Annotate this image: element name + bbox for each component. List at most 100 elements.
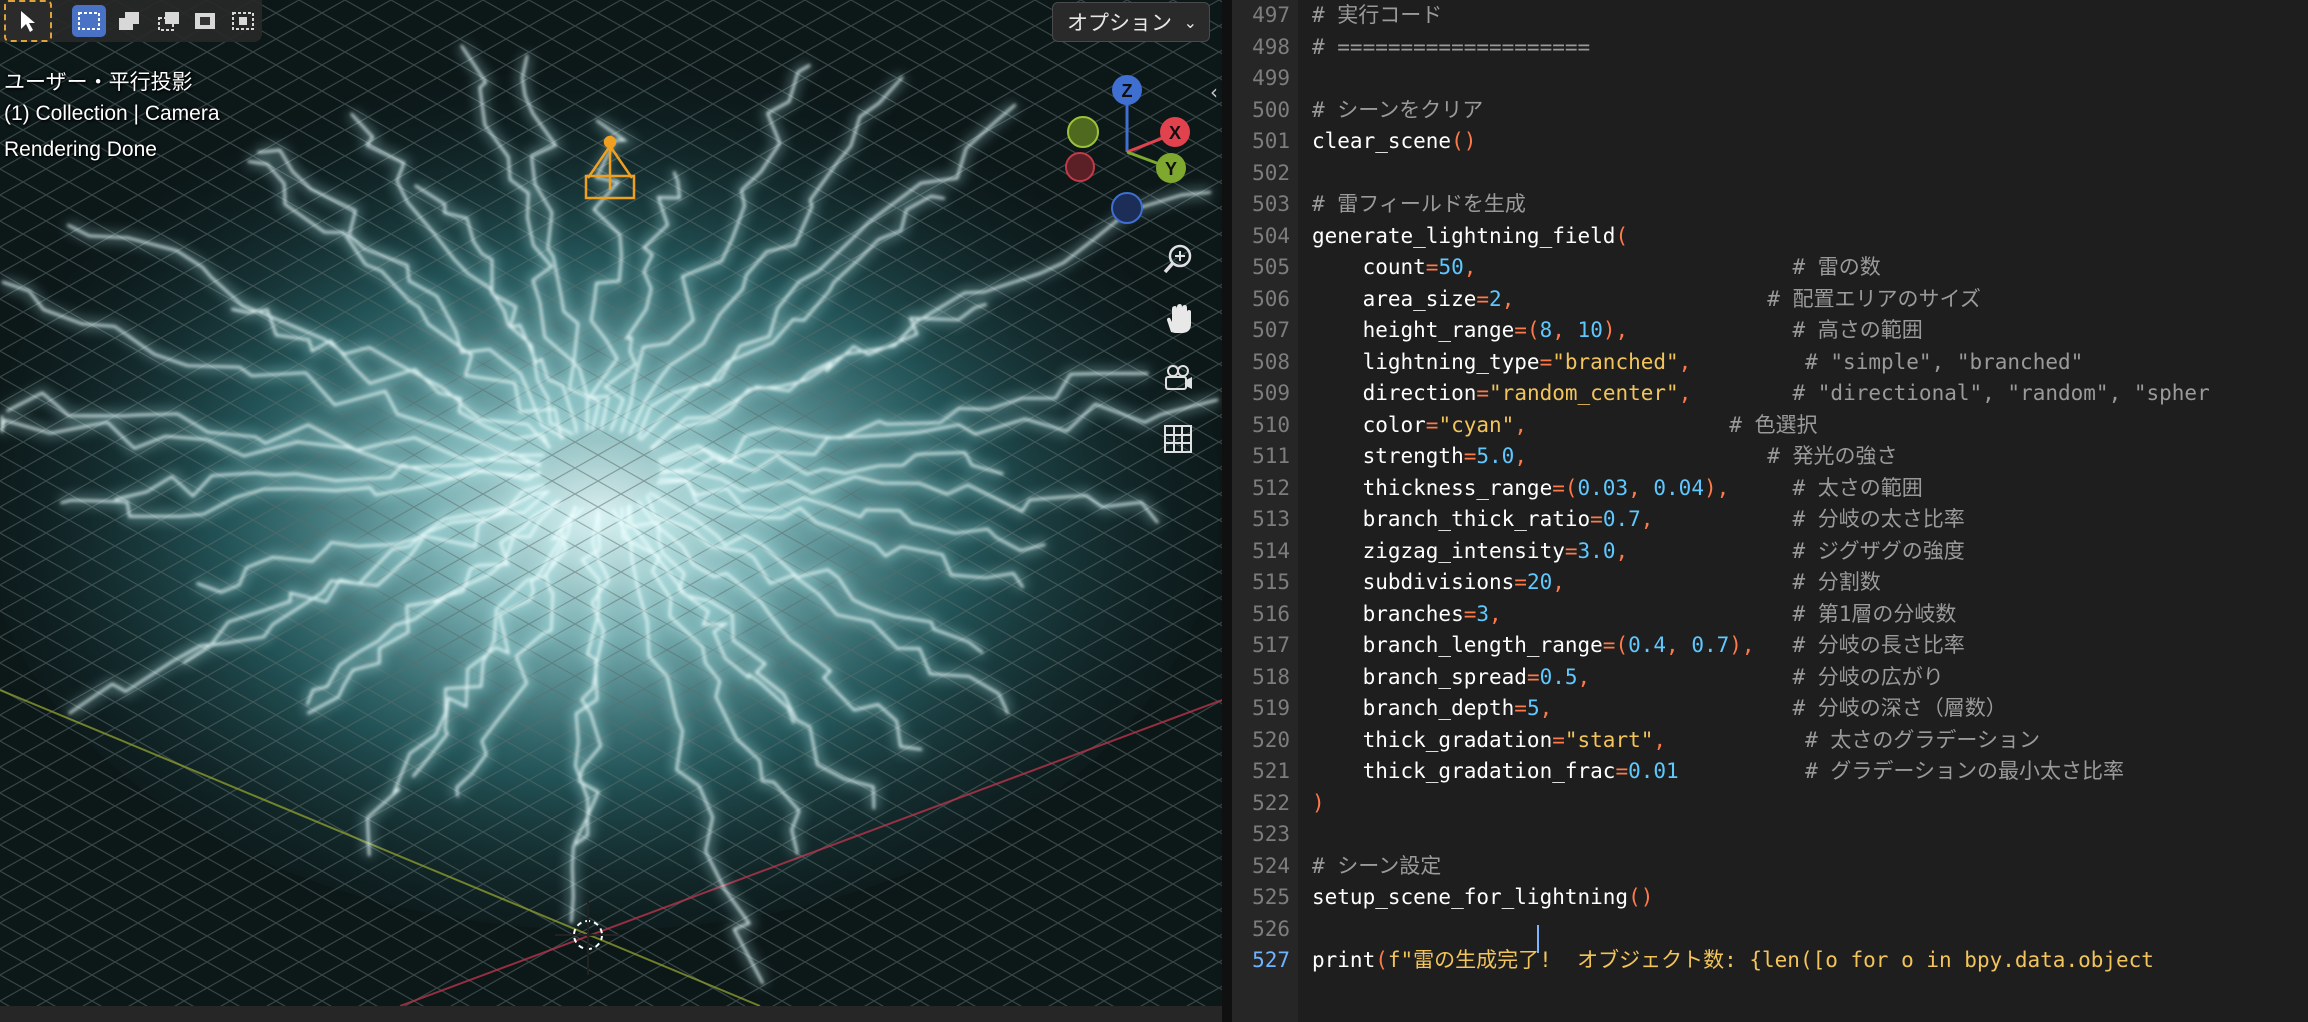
line-number: 509 (1252, 381, 1290, 405)
line-number: 522 (1252, 790, 1290, 815)
line-number: 499 (1252, 66, 1290, 90)
code-token: , (1615, 538, 1629, 563)
line-number: 498 (1252, 34, 1290, 59)
code-token: , (1678, 349, 1692, 374)
options-label: オプション (1067, 12, 1172, 35)
code-token: = (1425, 412, 1439, 437)
line-number: 497 (1252, 3, 1290, 27)
code-token: 8 (1539, 318, 1553, 342)
code-line[interactable]: branches=3, # 第1層の分岐数 (1312, 599, 1957, 630)
gizmo-x-axis: X (1160, 117, 1190, 147)
code-token: = (1514, 696, 1527, 720)
code-line[interactable]: color="cyan", # 色選択 (1312, 410, 1818, 441)
viewport-bottom-bar (0, 1006, 1222, 1022)
text-editor[interactable]: 497 498 499 500 501 502 503 504 505 506 507 508 509 5… (1232, 0, 2308, 1022)
box-select-new-icon[interactable] (72, 5, 106, 37)
area-splitter[interactable] (1222, 0, 1232, 1022)
code-token: direction (1312, 381, 1477, 405)
code-line[interactable]: thickness_range=(0.03, 0.04), # 太さの範囲 (1312, 473, 1923, 504)
line-number-gutter: 497 498 499 500 501 502 503 504 505 506 507 508 509 5… (1232, 0, 1298, 1022)
code-token: , (1628, 475, 1654, 500)
code-token: =( (1514, 318, 1540, 342)
code-token: ( (1615, 223, 1629, 248)
code-token: = (1539, 349, 1553, 374)
3d-viewport[interactable]: オプション ⌄ ‹ ユーザー・平行投影 (1) Collection | Cam… (0, 0, 1222, 1006)
cursor-arrow-icon[interactable] (4, 0, 52, 42)
svg-text:Y: Y (1165, 159, 1177, 179)
code-token: , (1463, 255, 1477, 279)
navigation-gizmo[interactable]: Z X Y (1055, 72, 1205, 232)
code-line[interactable]: branch_depth=5, # 分岐の深さ（層数） (1312, 693, 2007, 724)
code-token: # 分割数 (1792, 570, 1881, 594)
line-number: 512 (1252, 475, 1290, 500)
code-line[interactable]: clear_scene() (1312, 126, 1476, 157)
code-line[interactable]: zigzag_intensity=3.0, # ジグザグの強度 (1312, 536, 1965, 567)
code-token: branch_thick_ratio (1312, 507, 1591, 531)
code-line[interactable]: # シーンをクリア (1312, 95, 1483, 126)
grid-ortho-icon[interactable] (1155, 416, 1201, 462)
code-token: clear_scene (1312, 129, 1452, 153)
code-token: = (1590, 507, 1603, 531)
code-line[interactable]: lightning_type="branched", # "simple", "… (1312, 347, 2084, 378)
box-select-extend-icon[interactable] (112, 5, 146, 37)
svg-text:Z: Z (1122, 81, 1133, 101)
options-dropdown[interactable]: オプション ⌄ (1052, 2, 1210, 42)
code-line[interactable]: thick_gradation="start", # 太さのグラデーション (1312, 725, 2040, 756)
code-token: ), (1703, 475, 1730, 500)
hand-pan-icon[interactable] (1155, 296, 1201, 342)
code-token: branch_length_range (1312, 633, 1603, 657)
code-token: print (1312, 948, 1376, 972)
code-token: 5.0 (1476, 444, 1515, 468)
code-line[interactable]: area_size=2, # 配置エリアのサイズ (1312, 284, 1981, 315)
code-token: area_size (1312, 286, 1477, 311)
zoom-icon[interactable] (1155, 236, 1201, 282)
code-line[interactable]: # 実行コード (1312, 0, 1442, 31)
code-token: , (1640, 507, 1654, 531)
text-cursor (1537, 925, 1539, 953)
code-token: f"雷の生成完了! オブジェクト数: {len([o for o in bpy.… (1387, 948, 2154, 972)
code-token: count (1312, 255, 1426, 279)
code-line[interactable]: ) (1312, 788, 1325, 819)
code-token: 2 (1489, 286, 1502, 311)
line-number: 511 (1252, 444, 1290, 468)
box-select-invert-icon[interactable] (188, 5, 222, 37)
view-name: ユーザー・平行投影 (4, 71, 193, 94)
code-token: = (1463, 601, 1477, 626)
code-line[interactable]: height_range=(8, 10), # 高さの範囲 (1312, 315, 1923, 346)
code-line[interactable]: branch_length_range=(0.4, 0.7), # 分岐の長さ比… (1312, 630, 1965, 661)
code-token: branch_depth (1312, 696, 1515, 720)
code-line[interactable]: subdivisions=20, # 分割数 (1312, 567, 1881, 598)
code-token: # 分岐の太さ比率 (1792, 507, 1965, 531)
camera-view-icon[interactable] (1155, 356, 1201, 402)
code-line[interactable]: thick_gradation_frac=0.01 # グラデーションの最小太さ… (1312, 756, 2124, 787)
box-select-intersect-icon[interactable] (226, 5, 260, 37)
code-line[interactable]: setup_scene_for_lightning() (1312, 882, 1653, 913)
code-token: height_range (1312, 318, 1515, 342)
code-token: # ジグザグの強度 (1792, 538, 1965, 563)
code-line[interactable]: # ==================== (1312, 32, 1590, 63)
code-line[interactable]: branch_spread=0.5, # 分岐の広がり (1312, 662, 1944, 693)
code-line[interactable]: # 雷フィールドを生成 (1312, 189, 1526, 220)
sidebar-toggle-icon[interactable]: ‹ (1210, 80, 1218, 104)
code-line[interactable]: generate_lightning_field( (1312, 221, 1628, 252)
code-line[interactable]: branch_thick_ratio=0.7, # 分岐の太さ比率 (1312, 504, 1965, 535)
code-line[interactable]: strength=5.0, # 発光の強さ (1312, 441, 1898, 472)
code-token: "start" (1564, 727, 1654, 752)
code-token: , (1653, 727, 1667, 752)
code-line[interactable]: direction="random_center", # "directiona… (1312, 378, 2210, 409)
collection-info: (1) Collection | Camera (4, 102, 220, 125)
code-line[interactable]: # シーン設定 (1312, 851, 1441, 882)
code-line[interactable]: print(f"雷の生成完了! オブジェクト数: {len([o for o i… (1312, 945, 2154, 976)
code-line[interactable]: count=50, # 雷の数 (1312, 252, 1881, 283)
code-token: = (1463, 444, 1477, 468)
chevron-down-icon: ⌄ (1183, 15, 1197, 32)
code-token: # "directional", "random", "spher (1792, 381, 2210, 405)
line-number: 504 (1252, 223, 1290, 248)
box-select-subtract-icon[interactable] (152, 5, 186, 37)
